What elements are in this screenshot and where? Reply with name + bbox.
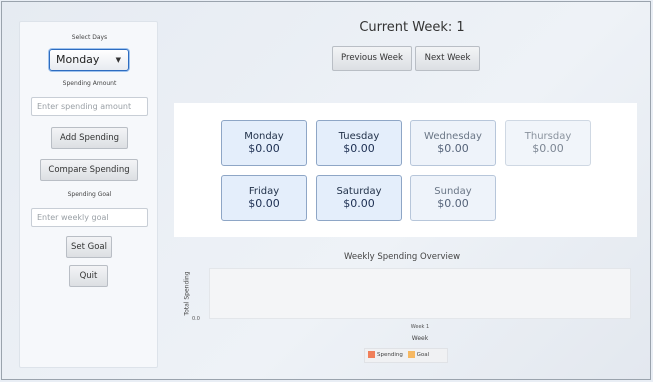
day-name: Wednesday: [424, 131, 482, 142]
next-week-button[interactable]: Next Week: [415, 46, 480, 71]
legend-swatch-spending: [368, 350, 375, 358]
day-amount: $0.00: [248, 197, 280, 210]
chart-plot-area: [209, 268, 631, 319]
day-select-value: Monday: [56, 53, 100, 66]
app-window: Select Days Monday ▼ Spending Amount Ent…: [1, 1, 651, 380]
day-card-monday[interactable]: Monday $0.00: [221, 120, 307, 166]
select-days-label: Select Days: [71, 34, 108, 41]
day-name: Sunday: [434, 186, 472, 197]
chevron-down-icon: ▼: [115, 56, 121, 64]
chart-y-tick: 0.0: [192, 316, 200, 322]
set-goal-button[interactable]: Set Goal: [66, 236, 112, 258]
day-amount: $0.00: [343, 142, 375, 155]
legend-label-spending: Spending: [377, 352, 403, 358]
add-spending-button[interactable]: Add Spending: [51, 127, 128, 149]
day-select-dropdown[interactable]: Monday ▼: [49, 49, 129, 71]
day-name: Friday: [248, 186, 280, 197]
day-card-saturday[interactable]: Saturday $0.00: [316, 175, 402, 221]
legend-swatch-goal: [407, 350, 415, 358]
chart-legend: Spending Goal: [364, 348, 448, 363]
sidebar-panel: Select Days Monday ▼ Spending Amount Ent…: [19, 21, 158, 368]
chart-y-axis-label: Total Spending: [183, 271, 191, 316]
day-card-wednesday[interactable]: Wednesday $0.00: [410, 120, 496, 166]
legend-label-goal: Goal: [416, 352, 430, 358]
chart-x-tick: Week 1: [410, 324, 430, 330]
spending-amount-label: Spending Amount: [62, 80, 117, 87]
day-card-thursday[interactable]: Thursday $0.00: [505, 120, 591, 166]
day-card-friday[interactable]: Friday $0.00: [221, 175, 307, 221]
weekly-goal-input[interactable]: Enter weekly goal: [31, 208, 148, 227]
day-name: Monday: [244, 131, 284, 142]
compare-spending-button[interactable]: Compare Spending: [40, 159, 138, 181]
days-grid-panel: Monday $0.00 Tuesday $0.00 Wednesday $0.…: [174, 103, 637, 237]
day-card-tuesday[interactable]: Tuesday $0.00: [316, 120, 402, 166]
day-amount: $0.00: [532, 142, 564, 155]
day-amount: $0.00: [343, 197, 375, 210]
day-amount: $0.00: [248, 142, 280, 155]
chart-x-axis-label: Week: [411, 335, 429, 342]
quit-button[interactable]: Quit: [69, 265, 108, 287]
current-week-title: Current Week: 1: [359, 20, 465, 35]
day-amount: $0.00: [437, 142, 469, 155]
chart-svg: [210, 269, 630, 318]
spending-amount-input[interactable]: Enter spending amount: [31, 97, 148, 116]
day-name: Tuesday: [338, 131, 380, 142]
spending-goal-label: Spending Goal: [67, 191, 112, 198]
previous-week-button[interactable]: Previous Week: [332, 46, 412, 71]
day-name: Thursday: [524, 131, 572, 142]
day-name: Saturday: [336, 186, 382, 197]
day-amount: $0.00: [437, 197, 469, 210]
chart-title: Weekly Spending Overview: [343, 252, 461, 262]
day-card-sunday[interactable]: Sunday $0.00: [410, 175, 496, 221]
